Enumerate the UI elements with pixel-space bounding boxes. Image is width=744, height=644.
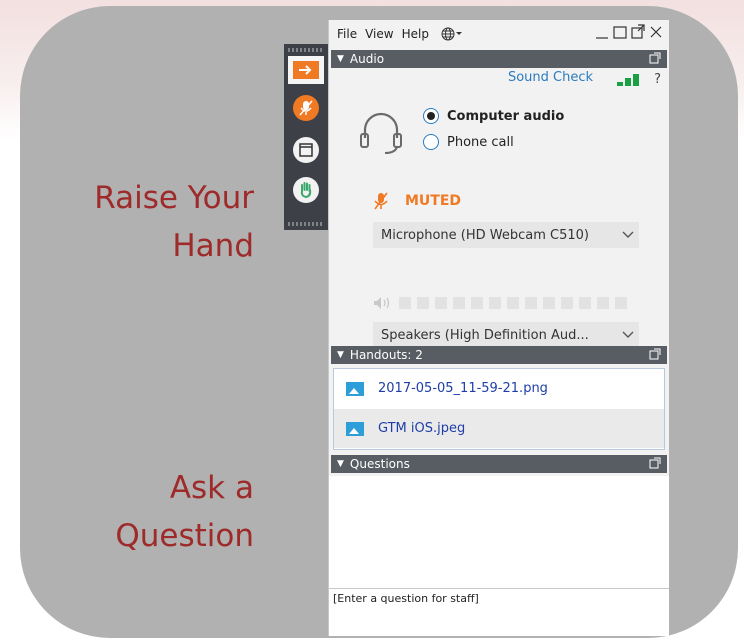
- dashboard-button[interactable]: [290, 134, 322, 166]
- menu-bar: File View Help: [329, 20, 669, 48]
- sound-check-link[interactable]: Sound Check: [508, 70, 593, 85]
- list-item[interactable]: 2017-05-05_11-59-21.png: [334, 369, 664, 408]
- questions-title: Questions: [349, 457, 410, 471]
- ask-question-annotation: Ask a Question: [115, 464, 254, 560]
- toolbar-grip-top[interactable]: [288, 48, 324, 52]
- phone-call-label: Phone call: [447, 134, 514, 150]
- microphone-value: Microphone (HD Webcam C510): [381, 227, 590, 243]
- window-controls: [595, 24, 663, 40]
- radio-phone-call[interactable]: [423, 134, 439, 150]
- menu-view[interactable]: View: [365, 27, 393, 41]
- caret-down-icon: [455, 32, 462, 35]
- microphone-select[interactable]: Microphone (HD Webcam C510): [373, 222, 639, 248]
- volume-segment: [435, 297, 447, 309]
- question-input[interactable]: [Enter a question for staff]: [329, 588, 669, 609]
- microphone-muted-icon: [293, 95, 319, 121]
- handout-file-name[interactable]: 2017-05-05_11-59-21.png: [378, 381, 548, 396]
- computer-audio-label: Computer audio: [447, 108, 565, 124]
- raise-hand-annotation: Raise Your Hand: [94, 174, 254, 270]
- arrow-right-icon: [293, 61, 319, 79]
- ask-line2: Question: [115, 518, 254, 554]
- volume-segment: [615, 297, 627, 309]
- image-file-icon: [346, 381, 364, 396]
- hand-icon: [293, 177, 319, 203]
- maximize-icon[interactable]: [613, 24, 627, 40]
- menu-help[interactable]: Help: [402, 27, 429, 41]
- ask-line1: Ask a: [169, 470, 254, 506]
- speakers-select[interactable]: Speakers (High Definition Aud...: [373, 322, 639, 348]
- microphone-muted-icon: [374, 192, 388, 210]
- headset-icon: [360, 112, 402, 154]
- volume-segment: [471, 297, 483, 309]
- control-panel: File View Help ▼ Audio Sound Check ? Com…: [328, 20, 669, 636]
- globe-icon: [441, 27, 455, 41]
- chevron-down-icon: [617, 328, 639, 342]
- volume-segment: [399, 297, 411, 309]
- volume-segment: [489, 297, 501, 309]
- popout-icon[interactable]: [649, 52, 661, 64]
- handouts-title: Handouts: 2: [349, 348, 423, 362]
- volume-segment: [561, 297, 573, 309]
- close-icon[interactable]: [649, 24, 663, 40]
- control-toolbar: [284, 44, 328, 230]
- volume-segment: [525, 297, 537, 309]
- collapse-triangle-icon: ▼: [337, 459, 344, 469]
- minimize-icon[interactable]: [595, 24, 609, 40]
- popout-icon[interactable]: [649, 457, 661, 469]
- audio-header[interactable]: ▼ Audio: [331, 50, 667, 68]
- volume-segment: [579, 297, 591, 309]
- menu-file[interactable]: File: [337, 27, 357, 41]
- audio-title: Audio: [349, 52, 385, 66]
- volume-segment: [597, 297, 609, 309]
- window-icon: [293, 137, 319, 163]
- muted-status: MUTED: [373, 192, 461, 210]
- handout-file-name[interactable]: GTM iOS.jpeg: [378, 421, 465, 436]
- help-icon[interactable]: ?: [654, 72, 661, 87]
- signal-strength-icon: [617, 74, 639, 86]
- handouts-list: 2017-05-05_11-59-21.png GTM iOS.jpeg: [333, 368, 665, 450]
- questions-log: [Enter a question for staff]: [329, 476, 669, 636]
- volume-segment: [543, 297, 555, 309]
- volume-segment: [453, 297, 465, 309]
- raise-hand-line1: Raise Your: [94, 180, 254, 216]
- radio-computer-audio[interactable]: [423, 108, 439, 124]
- speaker-icon: [374, 297, 390, 309]
- computer-audio-option[interactable]: Computer audio: [423, 108, 564, 124]
- speaker-volume-meter: [373, 296, 627, 310]
- collapse-triangle-icon: ▼: [337, 350, 344, 360]
- questions-header[interactable]: ▼ Questions: [331, 455, 667, 473]
- collapse-panel-button[interactable]: [288, 56, 324, 84]
- list-item[interactable]: GTM iOS.jpeg: [334, 409, 664, 448]
- volume-segment: [417, 297, 429, 309]
- handouts-header[interactable]: ▼ Handouts: 2: [331, 346, 667, 364]
- toolbar-grip-bottom[interactable]: [288, 222, 324, 226]
- image-file-icon: [346, 421, 364, 436]
- audio-section: Sound Check ? Computer audio Phone call …: [329, 68, 669, 362]
- collapse-triangle-icon: ▼: [337, 54, 344, 64]
- speakers-value: Speakers (High Definition Aud...: [381, 327, 589, 343]
- phone-call-option[interactable]: Phone call: [423, 134, 514, 150]
- popout-icon[interactable]: [649, 348, 661, 360]
- popout-icon[interactable]: [631, 24, 645, 40]
- mute-microphone-button[interactable]: [290, 92, 322, 124]
- language-menu[interactable]: [441, 27, 463, 41]
- chevron-down-icon: [617, 228, 639, 242]
- muted-label: MUTED: [405, 193, 462, 209]
- volume-segment: [507, 297, 519, 309]
- raise-hand-line2: Hand: [172, 228, 254, 264]
- raise-hand-button[interactable]: [290, 174, 322, 206]
